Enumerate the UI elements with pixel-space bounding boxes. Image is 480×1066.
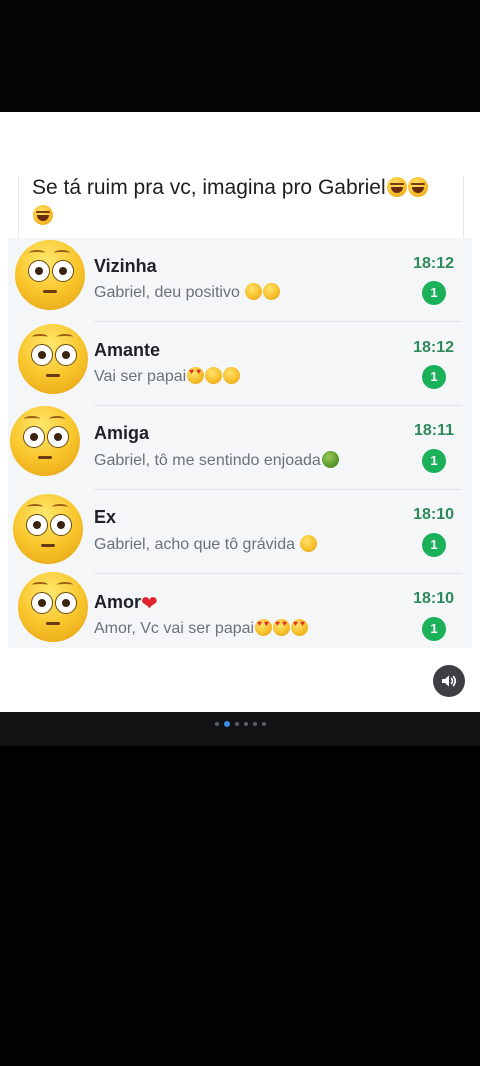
carousel-dot[interactable] bbox=[252, 722, 257, 726]
caption-text: Se tá ruim pra vc, imagina pro Gabriel bbox=[32, 174, 442, 230]
unread-badge: 1 bbox=[422, 281, 446, 305]
carousel-dot[interactable] bbox=[234, 722, 239, 726]
message-preview: Gabriel, acho que tô grávida bbox=[94, 535, 318, 554]
unread-badge: 1 bbox=[422, 533, 446, 557]
worried-emoji-icon bbox=[245, 283, 263, 300]
contact-name: Amante bbox=[94, 340, 161, 360]
heart-eyes-emoji-icon bbox=[273, 619, 291, 636]
flushed-face-icon bbox=[18, 324, 88, 394]
volume-icon bbox=[442, 675, 457, 687]
carousel-dot[interactable] bbox=[261, 722, 266, 726]
laughing-emoji-icon bbox=[386, 177, 407, 197]
nauseated-emoji-icon bbox=[321, 451, 339, 468]
message-preview: Gabriel, deu positivo bbox=[94, 283, 281, 302]
chat-row-amiga[interactable]: Amiga Gabriel, tô me sentindo enjoada 18… bbox=[8, 406, 472, 490]
flushed-face-icon bbox=[10, 406, 80, 476]
heart-eyes-emoji-icon bbox=[255, 619, 273, 636]
unread-badge: 1 bbox=[422, 449, 446, 473]
chat-list: Vizinha Gabriel, deu positivo 18:12 1 Am… bbox=[8, 238, 472, 648]
top-black-bar bbox=[0, 0, 480, 112]
carousel-dot[interactable] bbox=[243, 722, 248, 726]
heart-icon: ❤ bbox=[141, 593, 158, 615]
contact-name: Ex bbox=[94, 507, 117, 527]
laughing-emoji-icon bbox=[407, 177, 428, 197]
grimace-emoji-icon bbox=[223, 367, 241, 384]
carousel-dot[interactable] bbox=[214, 722, 219, 726]
unread-badge: 1 bbox=[422, 365, 446, 389]
flushed-face-icon bbox=[13, 494, 83, 564]
message-preview: Gabriel, tô me sentindo enjoada bbox=[94, 451, 339, 470]
worried-emoji-icon bbox=[300, 535, 318, 552]
laughing-emoji-icon bbox=[33, 205, 53, 225]
contact-name: Amor❤ bbox=[94, 592, 158, 615]
carousel-indicator bbox=[0, 721, 480, 727]
message-preview: Vai ser papai bbox=[94, 367, 241, 386]
chat-row-vizinha[interactable]: Vizinha Gabriel, deu positivo 18:12 1 bbox=[8, 238, 472, 322]
contact-name: Vizinha bbox=[94, 256, 157, 276]
message-time: 18:11 bbox=[413, 422, 454, 439]
chat-row-ex[interactable]: Ex Gabriel, acho que tô grávida 18:10 1 bbox=[8, 490, 472, 574]
message-time: 18:12 bbox=[413, 339, 454, 356]
grimace-emoji-icon bbox=[205, 367, 223, 384]
contact-name: Amiga bbox=[94, 423, 150, 443]
flushed-face-icon bbox=[18, 572, 88, 642]
message-time: 18:10 bbox=[413, 506, 454, 523]
carousel-footer bbox=[0, 712, 480, 746]
carousel-dot-active[interactable] bbox=[223, 721, 230, 727]
heart-eyes-emoji-icon bbox=[291, 619, 309, 636]
message-preview: Amor, Vc vai ser papai bbox=[94, 619, 309, 638]
unread-badge: 1 bbox=[422, 617, 446, 641]
heart-eyes-emoji-icon bbox=[187, 367, 205, 384]
message-time: 18:12 bbox=[413, 255, 454, 272]
chat-row-amante[interactable]: Amante Vai ser papai 18:12 1 bbox=[8, 322, 472, 406]
caption-area: Se tá ruim pra vc, imagina pro Gabriel bbox=[18, 166, 464, 238]
flushed-face-icon bbox=[15, 240, 85, 310]
worried-emoji-icon bbox=[263, 283, 281, 300]
volume-button[interactable] bbox=[433, 665, 465, 697]
message-time: 18:10 bbox=[413, 590, 454, 607]
chat-row-amor[interactable]: Amor❤ Amor, Vc vai ser papai 18:10 1 bbox=[8, 572, 472, 658]
